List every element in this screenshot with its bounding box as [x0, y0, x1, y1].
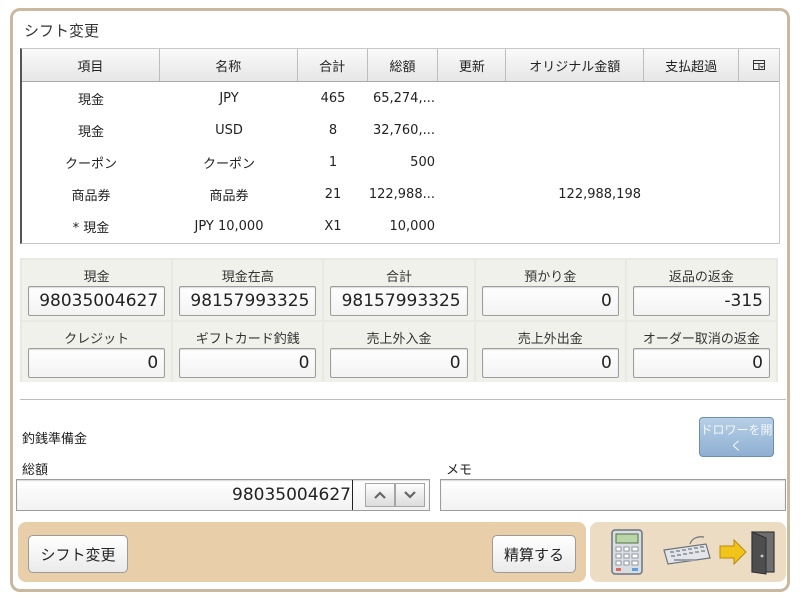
summary-label: 合計 — [385, 270, 412, 285]
summary-value-field[interactable]: 0 — [632, 348, 770, 378]
cell-item: * 現金 — [72, 220, 110, 236]
summary-value-field[interactable]: 98157993325 — [330, 286, 468, 316]
summary-cell: 現金 98035004627 — [22, 260, 172, 320]
summary-value-field[interactable]: 0 — [481, 286, 619, 316]
column-header-update[interactable]: 更新 — [438, 49, 507, 81]
column-header-name[interactable]: 名称 — [160, 49, 298, 81]
summary-cell: ギフトカード釣銭 0 — [173, 322, 323, 382]
summary-cell: クレジット 0 — [22, 322, 172, 382]
table-header: 項目 名称 合計 総額 更新 オリジナル金額 支払超過 — [22, 49, 779, 82]
open-drawer-button[interactable]: ドロワーを開く — [699, 417, 774, 457]
table-row[interactable]: 商品券 商品券 21 122,988... 122,988,198 — [22, 178, 779, 210]
summary-value-field[interactable]: -315 — [632, 286, 770, 316]
table-columns-icon — [753, 60, 765, 70]
cell-name: JPY — [219, 90, 239, 106]
table-row[interactable]: クーポン クーポン 1 500 — [22, 146, 779, 178]
keyboard-icon[interactable] — [660, 534, 712, 568]
tender-table: 項目 名称 合計 総額 更新 オリジナル金額 支払超過 現金 JPY 465 65,2… — [20, 48, 780, 244]
cell-count: 465 — [320, 90, 346, 106]
summary-cell: 合計 98157993325 — [324, 260, 474, 320]
column-header-total[interactable]: 総額 — [368, 49, 439, 81]
memo-label: メモ — [446, 463, 473, 478]
summary-value-field[interactable]: 98157993325 — [179, 286, 317, 316]
cell-name: クーポン — [202, 156, 255, 172]
summary-value-field[interactable]: 0 — [481, 348, 619, 378]
cell-name: 商品券 — [209, 188, 249, 204]
summary-panel: 現金 98035004627 現金在高 98157993325 合計 9815799332… — [20, 258, 778, 382]
cell-item: 商品券 — [71, 188, 111, 204]
cell-name: USD — [215, 122, 243, 138]
cell-total: 10,000 — [389, 218, 436, 234]
column-header-overpayment[interactable]: 支払超過 — [644, 49, 740, 81]
summary-label: 現金在高 — [221, 270, 274, 285]
summary-cell: オーダー取消の返金 0 — [626, 322, 776, 382]
column-header-original-amount[interactable]: オリジナル金額 — [506, 49, 645, 81]
cell-total: 32,760,... — [372, 122, 435, 138]
exit-door-icon[interactable] — [718, 528, 778, 576]
cell-count: 1 — [328, 154, 338, 170]
footer-tools — [590, 522, 786, 582]
summary-label: オーダー取消の返金 — [642, 332, 760, 347]
column-menu-button[interactable] — [739, 49, 779, 81]
settle-button[interactable]: 精算する — [492, 535, 576, 573]
summary-cell: 現金在高 98157993325 — [173, 260, 323, 320]
summary-label: 返品の返金 — [668, 270, 734, 285]
cell-item: クーポン — [64, 156, 117, 172]
summary-cell: 預かり金 0 — [475, 260, 625, 320]
column-header-item[interactable]: 項目 — [22, 49, 160, 81]
calculator-icon[interactable] — [610, 528, 644, 576]
decrement-button[interactable] — [395, 483, 425, 507]
summary-value-field[interactable]: 98035004627 — [28, 286, 166, 316]
float-section-label: 釣銭準備金 — [22, 432, 88, 447]
table-row[interactable]: 現金 JPY 465 65,274,... — [22, 82, 779, 114]
summary-label: 現金 — [83, 270, 110, 285]
cell-count: 21 — [324, 186, 342, 202]
cell-total: 65,274,... — [372, 90, 435, 106]
table-row[interactable]: * 現金 JPY 10,000 X1 10,000 — [22, 210, 779, 242]
cell-count: 8 — [328, 122, 338, 138]
increment-button[interactable] — [365, 483, 395, 507]
memo-input[interactable] — [440, 479, 786, 511]
summary-label: ギフトカード釣銭 — [195, 332, 300, 347]
cell-original-amount: 122,988,198 — [558, 186, 641, 202]
summary-value-field[interactable]: 0 — [330, 348, 468, 378]
column-header-count[interactable]: 合計 — [298, 49, 368, 81]
divider — [20, 399, 786, 400]
cell-item: 現金 — [77, 92, 104, 108]
cell-item: 現金 — [77, 124, 104, 140]
amount-value[interactable]: 98035004627 — [232, 480, 353, 510]
summary-cell: 返品の返金 -315 — [626, 260, 776, 320]
summary-label: 売上外入金 — [366, 332, 432, 347]
table-body: 現金 JPY 465 65,274,... 現金 USD 8 32,760,... クーポン クー… — [22, 82, 779, 242]
shift-change-button[interactable]: シフト変更 — [28, 535, 128, 573]
summary-label: 預かり金 — [524, 270, 577, 285]
amount-input[interactable]: 98035004627 — [16, 479, 430, 511]
summary-cell: 売上外入金 0 — [324, 322, 474, 382]
cell-total: 500 — [410, 154, 435, 170]
footer-actions: シフト変更 精算する — [18, 522, 586, 582]
summary-value-field[interactable]: 0 — [28, 348, 166, 378]
table-row[interactable]: 現金 USD 8 32,760,... — [22, 114, 779, 146]
summary-value-field[interactable]: 0 — [179, 348, 317, 378]
summary-label: 売上外出金 — [517, 332, 583, 347]
summary-cell: 売上外出金 0 — [475, 322, 625, 382]
amount-label: 総額 — [22, 463, 49, 478]
page-title: シフト変更 — [24, 22, 100, 40]
chevron-down-icon — [404, 491, 416, 499]
cell-total: 122,988... — [368, 186, 435, 202]
summary-label: クレジット — [64, 332, 130, 347]
chevron-up-icon — [374, 491, 386, 499]
cell-count: X1 — [324, 218, 342, 234]
cell-name: JPY 10,000 — [194, 218, 264, 234]
